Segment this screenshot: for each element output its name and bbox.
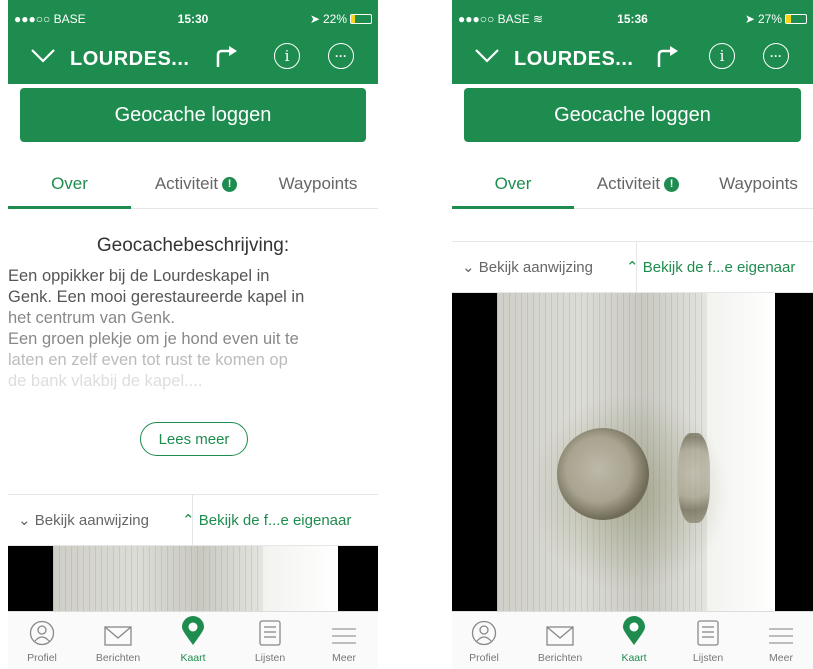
tab-waypoints[interactable]: Waypoints: [704, 159, 813, 209]
chevron-down-icon: ⌄: [462, 259, 475, 276]
menu-icon: [769, 628, 793, 644]
nav-bar: LOURDES... i ···: [8, 34, 378, 84]
list-icon: [697, 620, 719, 646]
description-heading: Geocachebeschrijving:: [96, 235, 290, 256]
view-hint-link[interactable]: ⌄ Bekijk aanwijzing: [462, 242, 593, 294]
location-arrow-icon: ➤: [744, 12, 755, 26]
tab-over[interactable]: Over: [8, 159, 131, 209]
map-pin-icon: [623, 616, 645, 645]
owner-photos-link[interactable]: ⌃ Bekijk de f...e eigenaar: [626, 242, 795, 294]
info-icon[interactable]: i: [274, 43, 300, 69]
list-icon: [259, 620, 281, 646]
status-bar: ●●●○○ BASE ≋ 15:36 ➤ 27%: [452, 0, 813, 34]
profile-icon: [471, 620, 497, 646]
more-options-icon[interactable]: ···: [328, 43, 354, 69]
location-arrow-icon: ➤: [309, 12, 320, 26]
nav-bar: LOURDES... i ···: [452, 34, 813, 84]
tab-over[interactable]: Over: [452, 159, 574, 209]
status-bar: ●●●○○ BASE 15:30 ➤ 22%: [8, 0, 378, 34]
battery-icon: [785, 14, 807, 24]
battery-icon: [350, 14, 372, 24]
chevron-up-icon: ⌃: [626, 259, 639, 276]
hint-bar: ⌄ Bekijk aanwijzing ⌃ Bekijk de f...e ei…: [452, 241, 813, 293]
tab-meer[interactable]: Meer: [751, 612, 811, 664]
bottom-tab-bar: Profiel Berichten Kaart Lijsten Meer: [452, 611, 813, 669]
battery-percent: 27%: [757, 12, 782, 26]
more-options-icon[interactable]: ···: [763, 43, 789, 69]
tab-strip: Over Activiteit! Waypoints: [452, 159, 813, 209]
page-title: LOURDES...: [70, 48, 190, 70]
tab-berichten[interactable]: Berichten: [530, 612, 590, 664]
chevron-down-icon: ⌄: [18, 512, 31, 529]
owner-photos-link[interactable]: ⌃ Bekijk de f...e eigenaar: [182, 495, 351, 547]
tab-waypoints[interactable]: Waypoints: [263, 159, 373, 209]
navigate-icon[interactable]: [213, 43, 239, 69]
phone-screen-right: ●●●○○ BASE ≋ 15:36 ➤ 27% LOURDES... i ··…: [452, 0, 813, 669]
tab-strip: Over Activiteit! Waypoints: [8, 159, 378, 209]
tab-activiteit[interactable]: Activiteit!: [136, 159, 256, 209]
bottom-tab-bar: Profiel Berichten Kaart Lijsten Meer: [8, 611, 378, 669]
log-geocache-button[interactable]: Geocache loggen: [464, 88, 801, 142]
chevron-up-icon: ⌃: [182, 512, 195, 529]
mail-icon: [104, 626, 132, 646]
tab-kaart[interactable]: Kaart: [604, 612, 664, 664]
description-text: Een oppikker bij de Lourdeskapel in Genk…: [8, 267, 305, 390]
navigate-icon[interactable]: [654, 43, 680, 69]
tab-profiel[interactable]: Profiel: [454, 612, 514, 664]
tab-lijsten[interactable]: Lijsten: [240, 612, 300, 664]
battery-percent: 22%: [322, 12, 347, 26]
tab-kaart[interactable]: Kaart: [163, 612, 223, 664]
tab-lijsten[interactable]: Lijsten: [678, 612, 738, 664]
collapse-chevron-icon[interactable]: [474, 44, 500, 70]
cache-photo[interactable]: [452, 293, 813, 611]
tab-meer[interactable]: Meer: [314, 612, 374, 664]
read-more-button[interactable]: Lees meer: [140, 422, 248, 456]
page-title: LOURDES...: [514, 48, 634, 70]
alert-badge-icon: !: [664, 177, 680, 193]
battery-indicator: ➤ 22%: [310, 12, 372, 26]
collapse-chevron-icon[interactable]: [30, 44, 56, 70]
mail-icon: [546, 626, 574, 646]
menu-icon: [332, 628, 356, 644]
info-icon[interactable]: i: [709, 43, 735, 69]
hint-bar: ⌄ Bekijk aanwijzing ⌃ Bekijk de f...e ei…: [8, 494, 378, 546]
view-hint-link[interactable]: ⌄ Bekijk aanwijzing: [18, 495, 149, 547]
tab-activiteit[interactable]: Activiteit!: [579, 159, 697, 209]
tab-profiel[interactable]: Profiel: [12, 612, 72, 664]
map-pin-icon: [182, 616, 204, 645]
log-geocache-button[interactable]: Geocache loggen: [20, 88, 366, 142]
cache-photo[interactable]: [8, 546, 378, 612]
alert-badge-icon: !: [222, 177, 238, 193]
profile-icon: [29, 620, 55, 646]
tab-berichten[interactable]: Berichten: [88, 612, 148, 664]
battery-indicator: ➤ 27%: [745, 12, 807, 26]
wood-knot: [557, 428, 649, 520]
phone-screen-left: ●●●○○ BASE 15:30 ➤ 22% LOURDES... i ··· …: [8, 0, 378, 669]
